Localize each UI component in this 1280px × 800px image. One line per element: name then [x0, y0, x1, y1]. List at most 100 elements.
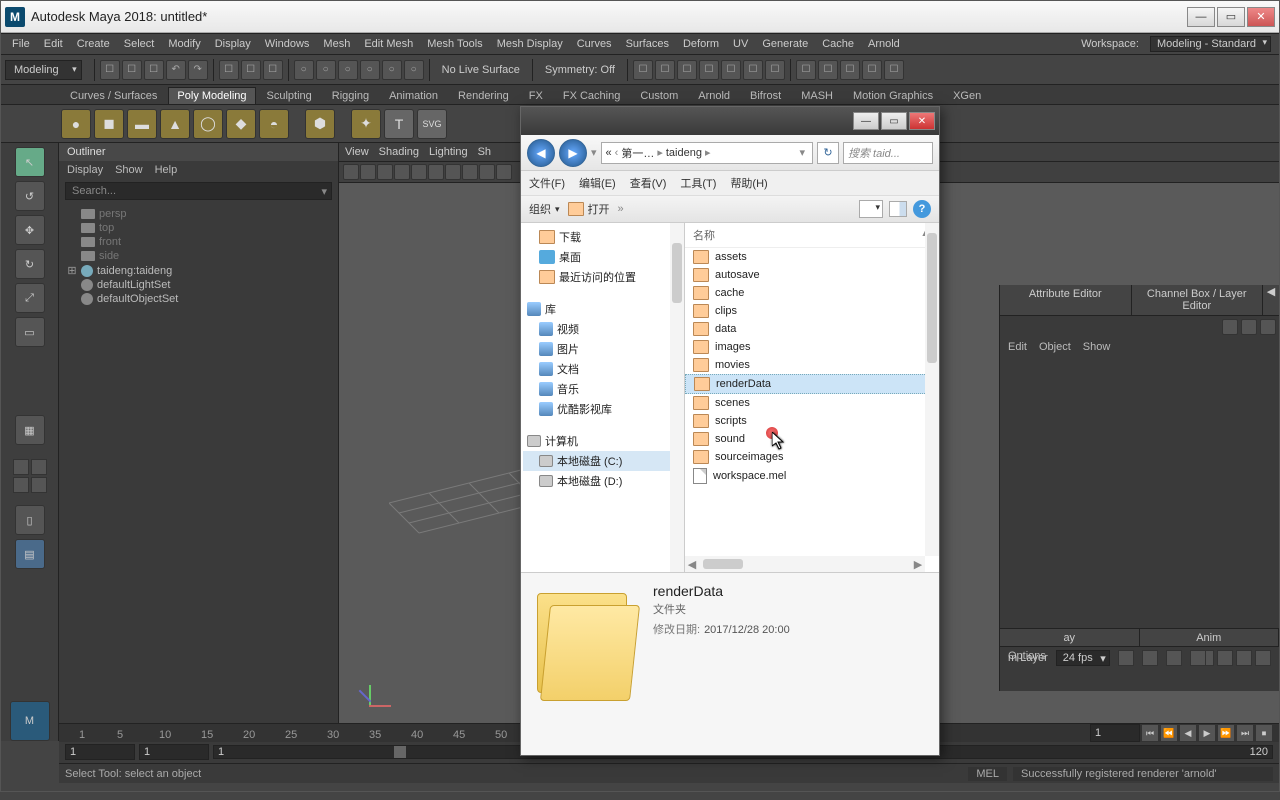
breadcrumb[interactable]: « ‹ 第一… ▸ taideng ▸ ▾	[601, 142, 813, 164]
snap-icon[interactable]: ○	[294, 60, 314, 80]
shelf-tab-fx[interactable]: FX	[520, 87, 552, 104]
ch-ic3[interactable]	[1260, 319, 1276, 335]
open-button[interactable]: 打开	[568, 201, 610, 217]
item-autosave[interactable]: autosave	[685, 266, 939, 284]
menu-meshdisplay[interactable]: Mesh Display	[490, 38, 570, 50]
vp-ic10[interactable]	[496, 164, 512, 180]
list-hscroll[interactable]: ◀▶	[685, 556, 925, 572]
shelf-tab-render[interactable]: Rendering	[449, 87, 518, 104]
anim-ic3[interactable]	[1166, 650, 1182, 666]
shelf-tab-poly[interactable]: Poly Modeling	[168, 87, 255, 104]
explorer-search[interactable]: 搜索 taid...	[843, 142, 933, 164]
item-assets[interactable]: assets	[685, 248, 939, 266]
poly-disc-icon[interactable]: ◓	[259, 109, 289, 139]
vp-view[interactable]: View	[345, 146, 369, 158]
render-icon7[interactable]: ☐	[765, 60, 785, 80]
open-scene-icon[interactable]: ☐	[122, 60, 142, 80]
breadcrumb-p1[interactable]: 第一…	[621, 145, 654, 161]
outliner-display[interactable]: Display	[67, 164, 103, 176]
outliner-taideng[interactable]: ⊞taideng:taideng	[67, 263, 330, 278]
pb-play[interactable]: ▶	[1198, 724, 1216, 742]
pb-nextkey[interactable]: ⏩	[1217, 724, 1235, 742]
vp-ic1[interactable]	[343, 164, 359, 180]
outliner-help[interactable]: Help	[155, 164, 178, 176]
pb-rev[interactable]: ◀	[1179, 724, 1197, 742]
view-mode-dropdown[interactable]	[859, 200, 883, 218]
vp-ic7[interactable]	[445, 164, 461, 180]
preview-pane-toggle[interactable]	[889, 201, 907, 217]
tree-computer[interactable]: 计算机	[523, 431, 682, 451]
scale-tool[interactable]: ⤢	[15, 283, 45, 313]
poly-cube-icon[interactable]: ◼	[94, 109, 124, 139]
snap-icon2[interactable]: ○	[316, 60, 336, 80]
menu-file[interactable]: File	[5, 38, 37, 50]
maximize-button[interactable]: ▭	[1217, 7, 1245, 27]
menu-set-dropdown[interactable]: Modeling	[5, 60, 82, 80]
poly-type-icon[interactable]: ✦	[351, 109, 381, 139]
anim-ic4[interactable]	[1190, 650, 1206, 666]
exp-menu-view[interactable]: 查看(V)	[630, 175, 667, 191]
nav-back-button[interactable]: ◀	[527, 139, 555, 167]
close-button[interactable]: ✕	[1247, 7, 1275, 27]
vp-ic6[interactable]	[428, 164, 444, 180]
explorer-navtree[interactable]: 下载 桌面 最近访问的位置 库 视频 图片 文档 音乐 优酷影视库 计算机 本地…	[521, 223, 685, 572]
vp-lighting[interactable]: Lighting	[429, 146, 468, 158]
tree-recent[interactable]: 最近访问的位置	[523, 267, 682, 287]
shelf-tab-bifrost[interactable]: Bifrost	[741, 87, 790, 104]
poly-cylinder-icon[interactable]: ▬	[127, 109, 157, 139]
shelf-tab-fxcache[interactable]: FX Caching	[554, 87, 629, 104]
new-scene-icon[interactable]: ☐	[100, 60, 120, 80]
menu-select[interactable]: Select	[117, 38, 162, 50]
explorer-maximize[interactable]: ▭	[881, 112, 907, 130]
symmetry-label[interactable]: Symmetry: Off	[537, 64, 623, 76]
menu-arnold[interactable]: Arnold	[861, 38, 907, 50]
live-surface-label[interactable]: No Live Surface	[434, 64, 528, 76]
tree-vscroll[interactable]	[670, 223, 684, 572]
lasso-tool[interactable]: ↺	[15, 181, 45, 211]
exp-menu-edit[interactable]: 编辑(E)	[579, 175, 616, 191]
render-icon2[interactable]: ☐	[655, 60, 675, 80]
render-icon6[interactable]: ☐	[743, 60, 763, 80]
tree-desktop[interactable]: 桌面	[523, 247, 682, 267]
redo-icon[interactable]: ↷	[188, 60, 208, 80]
help-button[interactable]: ?	[913, 200, 931, 218]
fps-dropdown[interactable]: 24 fps	[1056, 650, 1110, 666]
snap-icon3[interactable]: ○	[338, 60, 358, 80]
render-icon5[interactable]: ☐	[721, 60, 741, 80]
undo-icon[interactable]: ↶	[166, 60, 186, 80]
panel-icon1[interactable]: ☐	[796, 60, 816, 80]
breadcrumb-p2[interactable]: taideng	[666, 147, 702, 159]
poly-platonic-icon[interactable]: ⬢	[305, 109, 335, 139]
panel-icon4[interactable]: ☐	[862, 60, 882, 80]
menu-curves[interactable]: Curves	[570, 38, 619, 50]
menu-display[interactable]: Display	[208, 38, 258, 50]
start-frame-2[interactable]	[139, 744, 209, 760]
vp-ic8[interactable]	[462, 164, 478, 180]
anim-ic2[interactable]	[1142, 650, 1158, 666]
shelf-tab-custom[interactable]: Custom	[631, 87, 687, 104]
tab-channel-box[interactable]: Channel Box / Layer Editor	[1132, 285, 1264, 315]
explorer-minimize[interactable]: —	[853, 112, 879, 130]
range-knob[interactable]	[394, 746, 406, 758]
explorer-filelist[interactable]: 名称▲ assets autosave cache clips data ima…	[685, 223, 939, 572]
menu-meshtools[interactable]: Mesh Tools	[420, 38, 489, 50]
item-workspacemel[interactable]: workspace.mel	[685, 466, 939, 486]
ch-show[interactable]: Show	[1083, 341, 1111, 353]
pb-prevkey[interactable]: ⏪	[1160, 724, 1178, 742]
item-movies[interactable]: movies	[685, 356, 939, 374]
nav-forward-button[interactable]: ▶	[559, 139, 587, 167]
poly-torus-icon[interactable]: ◯	[193, 109, 223, 139]
mel-label[interactable]: MEL	[968, 767, 1007, 781]
render-icon[interactable]: ☐	[633, 60, 653, 80]
vp-ic2[interactable]	[360, 164, 376, 180]
layout-3[interactable]	[13, 477, 29, 493]
exp-menu-help[interactable]: 帮助(H)	[730, 175, 767, 191]
layout-tool[interactable]: ▦	[15, 415, 45, 445]
shelf-tab-xgen[interactable]: XGen	[944, 87, 990, 104]
pb-start[interactable]: ⏮	[1141, 724, 1159, 742]
workspace-dropdown[interactable]: Modeling - Standard	[1150, 36, 1271, 52]
rotate-tool[interactable]: ↻	[15, 249, 45, 279]
range-end-field[interactable]	[1090, 724, 1140, 742]
outliner-front[interactable]: front	[67, 235, 330, 249]
outliner-side[interactable]: side	[67, 249, 330, 263]
